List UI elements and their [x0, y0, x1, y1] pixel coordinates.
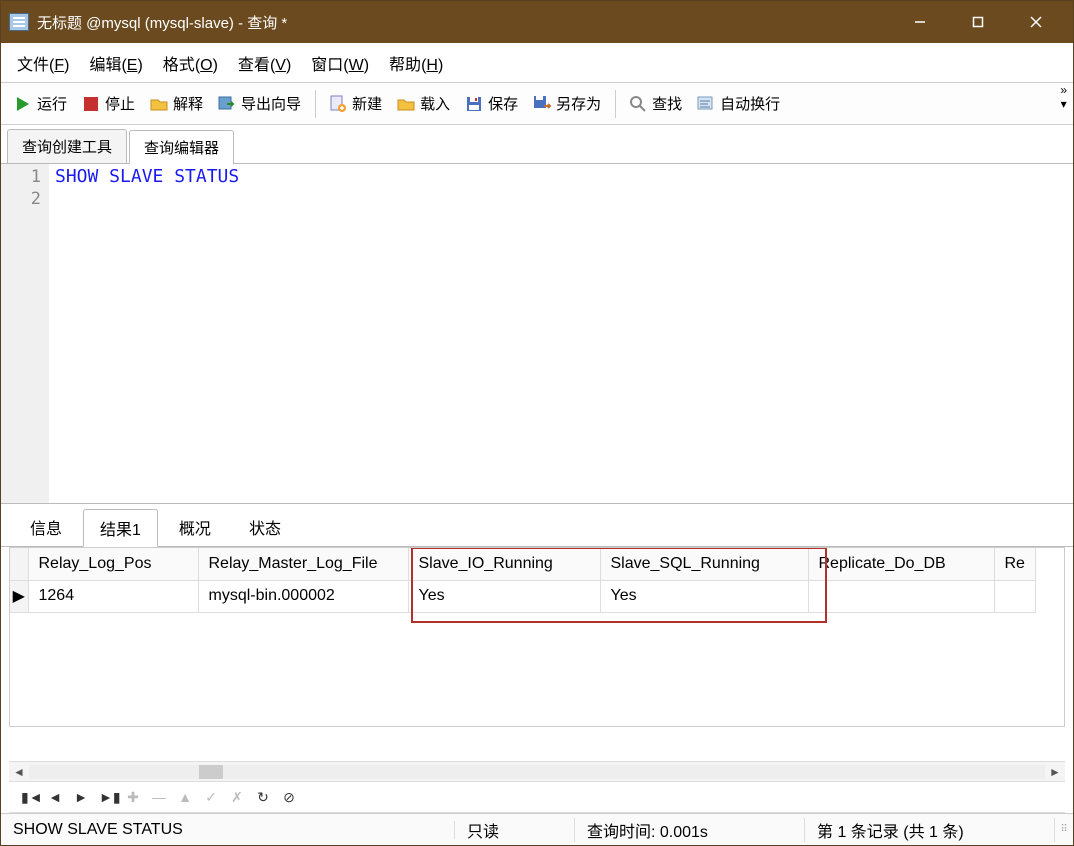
folder-script-icon — [149, 94, 169, 114]
result-grid[interactable]: Relay_Log_Pos Relay_Master_Log_File Slav… — [9, 547, 1065, 727]
new-icon — [328, 94, 348, 114]
titlebar: 无标题 @mysql (mysql-slave) - 查询 * — [1, 1, 1073, 43]
delete-record-button[interactable]: — — [151, 789, 167, 805]
play-icon — [13, 94, 33, 114]
minimize-button[interactable] — [891, 2, 949, 42]
scroll-left-icon[interactable]: ◄ — [9, 765, 29, 779]
tab-result1[interactable]: 结果1 — [83, 509, 158, 547]
statusbar: SHOW SLAVE STATUS 只读 查询时间: 0.001s 第 1 条记… — [1, 813, 1073, 845]
tab-profile[interactable]: 概况 — [162, 508, 228, 546]
load-button[interactable]: 载入 — [390, 90, 456, 117]
cell-slave-io-running[interactable]: Yes — [408, 580, 600, 612]
col-slave-sql-running[interactable]: Slave_SQL_Running — [600, 548, 808, 580]
tab-query-editor[interactable]: 查询编辑器 — [129, 130, 234, 164]
status-record: 第 1 条记录 (共 1 条) — [805, 818, 1055, 842]
menubar: 文件(F) 编辑(E) 格式(O) 查看(V) 窗口(W) 帮助(H) — [1, 43, 1073, 83]
sql-editor: 1 2 SHOW SLAVE STATUS — [1, 164, 1073, 504]
col-relay-log-pos[interactable]: Relay_Log_Pos — [28, 548, 198, 580]
row-indicator: ▶ — [10, 580, 28, 612]
last-record-button[interactable]: ►▮ — [99, 789, 115, 806]
cell-slave-sql-running[interactable]: Yes — [600, 580, 808, 612]
tab-info[interactable]: 信息 — [13, 508, 79, 546]
new-button[interactable]: 新建 — [322, 90, 388, 117]
horizontal-scrollbar[interactable]: ◄ ► — [9, 761, 1065, 781]
row-header-corner — [10, 548, 28, 580]
edit-record-button[interactable]: ▲ — [177, 789, 193, 805]
next-record-button[interactable]: ► — [73, 789, 89, 805]
chevron-right-icon: » — [1060, 85, 1067, 95]
prev-record-button[interactable]: ◄ — [47, 789, 63, 805]
stop-icon — [81, 94, 101, 114]
cancel-record-button[interactable]: ✗ — [229, 789, 245, 806]
post-record-button[interactable]: ✓ — [203, 789, 219, 806]
stop-button[interactable]: 停止 — [75, 90, 141, 117]
results-panel: 信息 结果1 概况 状态 Relay_Log_Pos Relay_Master_… — [1, 504, 1073, 813]
menu-file[interactable]: 文件(F) — [7, 47, 79, 79]
col-re[interactable]: Re — [994, 548, 1035, 580]
tab-status[interactable]: 状态 — [232, 508, 298, 546]
scroll-thumb[interactable] — [199, 765, 223, 779]
line-gutter: 1 2 — [1, 164, 49, 503]
upper-tabs: 查询创建工具 查询编辑器 — [1, 125, 1073, 164]
scroll-track[interactable] — [29, 765, 1045, 779]
table-row[interactable]: ▶ 1264 mysql-bin.000002 Yes Yes — [10, 580, 1035, 612]
search-icon — [628, 94, 648, 114]
maximize-button[interactable] — [949, 2, 1007, 42]
col-relay-master-log-file[interactable]: Relay_Master_Log_File — [198, 548, 408, 580]
menu-format[interactable]: 格式(O) — [153, 47, 228, 79]
insert-record-button[interactable]: ✚ — [125, 789, 141, 806]
tab-query-builder[interactable]: 查询创建工具 — [7, 129, 127, 163]
find-button[interactable]: 查找 — [622, 90, 688, 117]
editor-content[interactable]: SHOW SLAVE STATUS — [49, 164, 1073, 503]
scroll-right-icon[interactable]: ► — [1045, 765, 1065, 779]
separator — [615, 90, 616, 118]
wrap-icon — [696, 94, 716, 114]
status-query: SHOW SLAVE STATUS — [1, 821, 455, 839]
table-header-row: Relay_Log_Pos Relay_Master_Log_File Slav… — [10, 548, 1035, 580]
menu-view[interactable]: 查看(V) — [228, 47, 301, 79]
folder-open-icon — [396, 94, 416, 114]
cell-relay-master-log-file[interactable]: mysql-bin.000002 — [198, 580, 408, 612]
toolbar: 运行 停止 解释 导出向导 新建 载入 保存 另存为 查找 自动换行 »▾ — [1, 83, 1073, 125]
export-wizard-button[interactable]: 导出向导 — [211, 90, 307, 117]
refresh-button[interactable]: ↻ — [255, 789, 271, 806]
floppy-arrow-icon — [532, 94, 552, 114]
first-record-button[interactable]: ▮◄ — [21, 789, 37, 806]
toolbar-overflow[interactable]: »▾ — [1060, 85, 1067, 109]
status-query-time: 查询时间: 0.001s — [575, 818, 805, 842]
menu-help[interactable]: 帮助(H) — [379, 47, 453, 79]
record-navigator: ▮◄ ◄ ► ►▮ ✚ — ▲ ✓ ✗ ↻ ⊘ — [9, 781, 1065, 813]
app-icon — [9, 13, 29, 31]
bottom-tabs: 信息 结果1 概况 状态 — [1, 504, 1073, 547]
cell-relay-log-pos[interactable]: 1264 — [28, 580, 198, 612]
close-button[interactable] — [1007, 2, 1065, 42]
status-readonly: 只读 — [455, 818, 575, 842]
floppy-icon — [464, 94, 484, 114]
separator — [315, 90, 316, 118]
save-as-button[interactable]: 另存为 — [526, 90, 607, 117]
menu-window[interactable]: 窗口(W) — [301, 47, 379, 79]
stop-refresh-button[interactable]: ⊘ — [281, 789, 297, 806]
resize-grip-icon[interactable]: ⠿ — [1055, 824, 1073, 835]
run-button[interactable]: 运行 — [7, 90, 73, 117]
menu-edit[interactable]: 编辑(E) — [79, 47, 152, 79]
chevron-down-icon: ▾ — [1061, 99, 1067, 109]
word-wrap-button[interactable]: 自动换行 — [690, 90, 786, 117]
cell-replicate-do-db[interactable] — [808, 580, 994, 612]
save-button[interactable]: 保存 — [458, 90, 524, 117]
col-slave-io-running[interactable]: Slave_IO_Running — [408, 548, 600, 580]
cell-re[interactable] — [994, 580, 1035, 612]
explain-button[interactable]: 解释 — [143, 90, 209, 117]
col-replicate-do-db[interactable]: Replicate_Do_DB — [808, 548, 994, 580]
window-title: 无标题 @mysql (mysql-slave) - 查询 * — [37, 12, 891, 33]
export-icon — [217, 94, 237, 114]
